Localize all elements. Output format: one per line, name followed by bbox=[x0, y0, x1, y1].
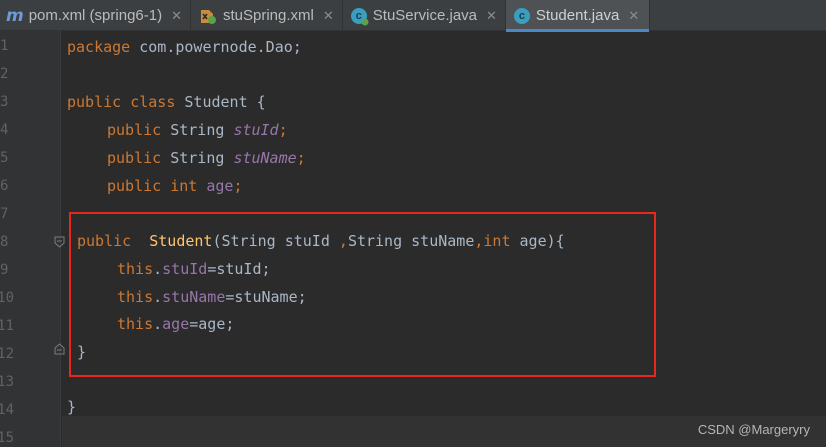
line-number: 15 bbox=[0, 430, 14, 446]
line-number: 8 bbox=[0, 234, 9, 250]
line-number: 3 bbox=[0, 94, 9, 110]
tab-label: StuService.java bbox=[372, 7, 477, 24]
maven-icon: m bbox=[6, 5, 24, 26]
tab-stuservice-java[interactable]: c StuService.java ✕ bbox=[343, 0, 506, 31]
code-line-8: public Student(String stuId ,String stuN… bbox=[77, 232, 565, 250]
code-line-10: this.stuName=stuName; bbox=[117, 288, 307, 306]
tab-label: pom.xml (spring6-1) bbox=[28, 7, 163, 24]
line-number: 14 bbox=[0, 402, 14, 418]
code-line-6: public int age; bbox=[107, 177, 243, 195]
tab-student-java[interactable]: c Student.java ✕ bbox=[505, 0, 651, 32]
tab-pom-xml[interactable]: m pom.xml (spring6-1) ✕ bbox=[0, 0, 191, 31]
tab-label: Student.java bbox=[535, 7, 620, 24]
tab-stuspring-xml[interactable]: stuSpring.xml ✕ bbox=[191, 0, 343, 31]
code-line-1: package com.powernode.Dao; bbox=[67, 38, 302, 56]
close-icon[interactable]: ✕ bbox=[171, 8, 182, 24]
line-number: 4 bbox=[0, 122, 9, 138]
line-number-gutter: 1 2 3 4 5 6 7 8 9 10 11 12 13 14 15 bbox=[0, 31, 65, 447]
close-icon[interactable]: ✕ bbox=[628, 8, 639, 24]
line-number: 6 bbox=[0, 178, 9, 194]
code-line-14: } bbox=[67, 398, 77, 416]
line-number: 12 bbox=[0, 346, 14, 362]
tab-label: stuSpring.xml bbox=[223, 7, 314, 24]
code-line-4: public String stuId; bbox=[107, 121, 288, 139]
line-number: 10 bbox=[0, 290, 14, 306]
line-number: 9 bbox=[0, 262, 9, 278]
line-number: 5 bbox=[0, 150, 9, 166]
editor-tab-bar: m pom.xml (spring6-1) ✕ stuSpring.xml ✕ … bbox=[0, 0, 826, 32]
code-editor[interactable]: package com.powernode.Dao; public class … bbox=[62, 31, 826, 447]
line-number: 1 bbox=[0, 38, 9, 54]
code-line-12: } bbox=[77, 343, 87, 361]
code-line-5: public String stuName; bbox=[107, 149, 306, 167]
java-class-icon: c bbox=[513, 7, 530, 24]
code-line-3: public class Student { bbox=[67, 93, 266, 111]
close-icon[interactable]: ✕ bbox=[323, 8, 334, 24]
line-number: 13 bbox=[0, 374, 14, 390]
java-class-icon: c bbox=[350, 7, 369, 25]
watermark: CSDN @Margeryry bbox=[697, 422, 810, 437]
close-icon[interactable]: ✕ bbox=[486, 8, 497, 24]
line-number: 2 bbox=[0, 66, 9, 82]
code-line-11: this.age=age; bbox=[117, 315, 235, 333]
line-number: 11 bbox=[0, 318, 14, 334]
code-line-9: this.stuId=stuId; bbox=[117, 260, 271, 278]
line-number: 7 bbox=[0, 206, 9, 222]
spring-xml-icon bbox=[199, 7, 217, 25]
